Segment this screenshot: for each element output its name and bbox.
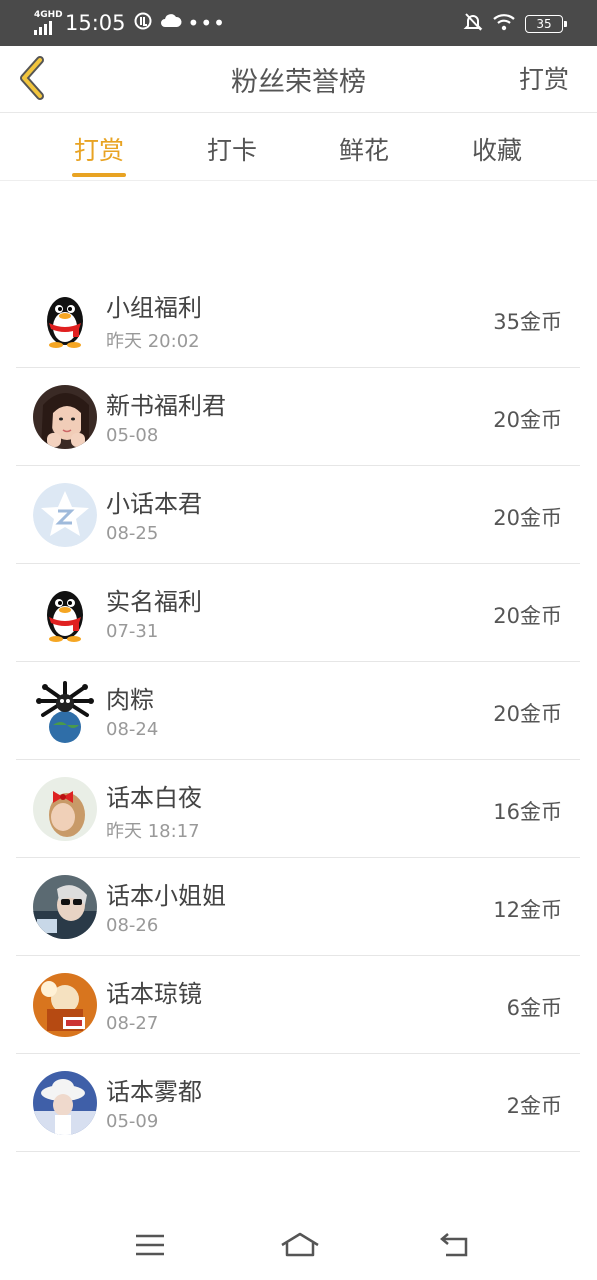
fan-date: 07-31: [106, 621, 159, 642]
fan-amount: 20金币: [493, 408, 562, 432]
fan-amount: 12金币: [493, 898, 562, 922]
fan-date: 08-27: [106, 1013, 159, 1034]
fan-date: 08-26: [106, 915, 159, 936]
fan-amount: 20金币: [493, 702, 562, 726]
tab-reward[interactable]: 打赏: [39, 131, 159, 167]
fan-name: 新书福利君: [106, 392, 226, 420]
list-item[interactable]: 话本琼镜 08-27 6金币: [0, 956, 597, 1054]
fan-name: 小话本君: [106, 490, 202, 518]
sunglasses-photo-avatar: [33, 875, 97, 939]
fan-name: 话本雾都: [106, 1078, 202, 1106]
status-left: 4GHD 15:05 •••: [34, 10, 226, 36]
fan-date: 05-09: [106, 1111, 159, 1132]
list-item[interactable]: 肉粽 08-24 20金币: [0, 662, 597, 760]
fan-name: 话本白夜: [106, 784, 202, 812]
fan-name: 话本琼镜: [106, 980, 202, 1008]
back-nav-button[interactable]: [438, 1231, 472, 1259]
data-saver-icon: [134, 12, 152, 34]
fan-amount: 20金币: [493, 604, 562, 628]
tab-flowers[interactable]: 鲜花: [304, 131, 424, 167]
active-tab-indicator: [72, 173, 126, 177]
list-item[interactable]: 话本雾都 05-09 2金币: [0, 1054, 597, 1152]
list-item[interactable]: 新书福利君 05-08 20金币: [0, 368, 597, 466]
menu-button[interactable]: [133, 1231, 167, 1259]
fan-name: 小组福利: [106, 294, 202, 322]
divider: [16, 1151, 580, 1152]
app-header: 粉丝荣誉榜 打赏: [0, 46, 597, 113]
system-nav-bar: [0, 1215, 597, 1280]
back-nav-icon: [440, 1233, 468, 1257]
white-hat-photo-avatar: [33, 1071, 97, 1135]
status-time: 15:05: [65, 11, 126, 35]
signal-icon: 4GHD: [34, 10, 63, 35]
wifi-icon: [493, 13, 515, 35]
tab-checkin[interactable]: 打卡: [172, 131, 292, 167]
list-item[interactable]: 小组福利 昨天 20:02 35金币: [0, 270, 597, 368]
fan-amount: 20金币: [493, 506, 562, 530]
globe-spider-icon: [33, 679, 97, 743]
more-notifications-icon: •••: [187, 11, 226, 35]
fan-ranking-list: 小组福利 昨天 20:02 35金币 新书福利君 05-08 20金币 小话本君…: [0, 270, 597, 1152]
network-type: 4GHD: [34, 10, 63, 20]
fan-date: 08-24: [106, 719, 159, 740]
list-item[interactable]: 小话本君 08-25 20金币: [0, 466, 597, 564]
home-button[interactable]: [280, 1231, 320, 1259]
fan-name: 话本小姐姐: [106, 882, 226, 910]
list-item[interactable]: 话本白夜 昨天 18:17 16金币: [0, 760, 597, 858]
home-icon: [281, 1232, 319, 1257]
page-title: 粉丝荣誉榜: [231, 67, 366, 98]
fan-date: 08-25: [106, 523, 159, 544]
qq-penguin-icon: [33, 581, 97, 645]
qzone-star-icon: [33, 483, 97, 547]
fan-date: 05-08: [106, 425, 159, 446]
cartoon-photo-avatar: [33, 973, 97, 1037]
list-item[interactable]: 实名福利 07-31 20金币: [0, 564, 597, 662]
girl-photo-avatar: [33, 385, 97, 449]
qq-penguin-icon: [33, 287, 97, 351]
fan-date: 昨天 20:02: [106, 331, 200, 352]
status-bar: 4GHD 15:05 ••• 35: [0, 0, 597, 46]
list-item[interactable]: 话本小姐姐 08-26 12金币: [0, 858, 597, 956]
mute-bell-icon: [463, 12, 483, 36]
fan-amount: 35金币: [493, 310, 562, 334]
reward-button[interactable]: 打赏: [519, 60, 569, 96]
tab-favorites[interactable]: 收藏: [437, 131, 557, 167]
red-bow-photo-avatar: [33, 777, 97, 841]
fan-amount: 6金币: [506, 996, 562, 1020]
menu-icon: [136, 1234, 164, 1256]
fan-date: 昨天 18:17: [106, 821, 200, 842]
weather-cloud-icon: [160, 12, 182, 34]
fan-amount: 16金币: [493, 800, 562, 824]
fan-name: 实名福利: [106, 588, 202, 616]
status-right: 35: [463, 12, 567, 36]
battery-icon: 35: [525, 15, 567, 33]
tab-bar: 打赏 打卡 鲜花 收藏: [0, 113, 597, 181]
fan-amount: 2金币: [506, 1094, 562, 1118]
fan-name: 肉粽: [106, 686, 154, 714]
